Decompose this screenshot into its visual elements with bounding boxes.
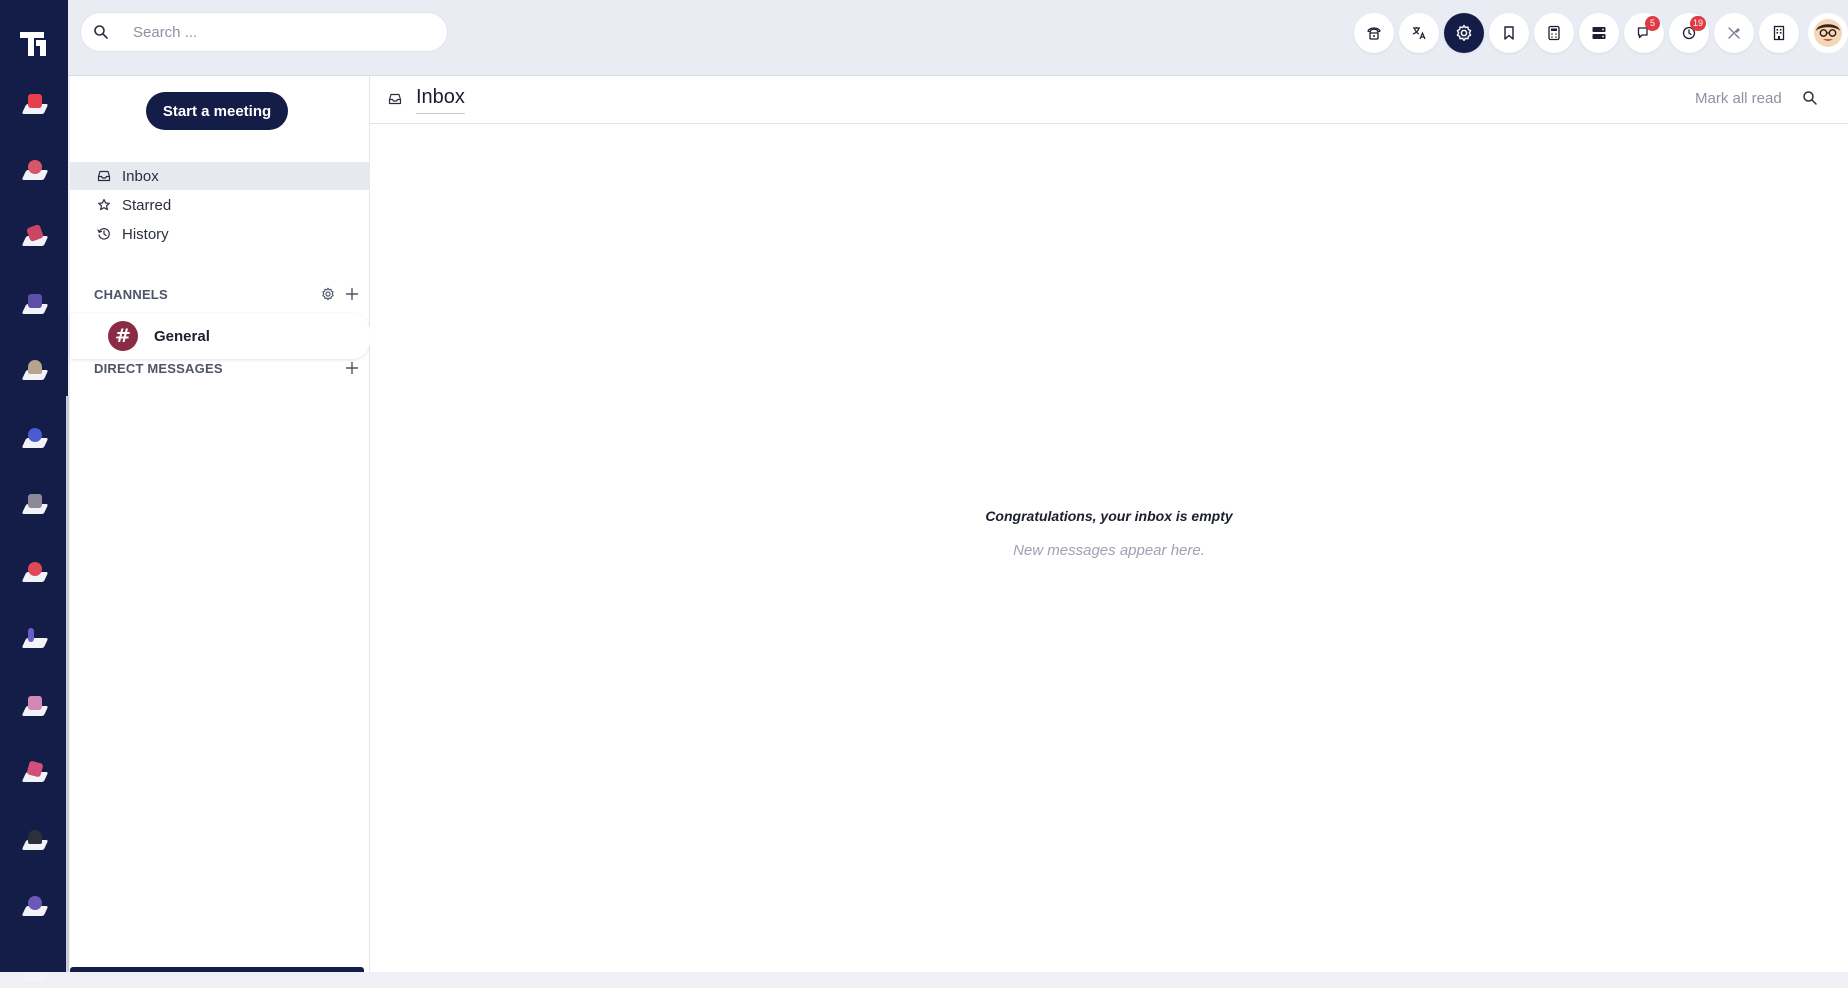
inbox-panel: Inbox Mark all read Congratulations, you…: [370, 76, 1848, 972]
nav-item-label: Starred: [122, 196, 172, 214]
start-meeting-button[interactable]: Start a meeting: [146, 92, 288, 130]
plus-icon: [345, 361, 359, 375]
building-button[interactable]: [1759, 13, 1799, 53]
mark-all-read-button[interactable]: Mark all read: [1695, 90, 1782, 107]
search-icon: [1803, 91, 1817, 105]
hash-icon: #: [108, 321, 138, 351]
channels-settings-button[interactable]: [318, 284, 338, 304]
chat-button[interactable]: 5: [1624, 13, 1664, 53]
top-bar: 5 19: [68, 0, 1848, 76]
phone-button[interactable]: [1354, 13, 1394, 53]
rail-app-1-icon[interactable]: [20, 90, 50, 120]
add-channel-button[interactable]: [342, 284, 362, 304]
rail-app-10-icon[interactable]: [20, 692, 50, 722]
translate-icon: [1412, 27, 1426, 40]
avatar-icon: [1814, 19, 1842, 47]
settings-icon: [1456, 24, 1472, 41]
nav-item-label: History: [122, 225, 169, 243]
settings-button[interactable]: [1444, 13, 1484, 53]
channels-label: CHANNELS: [94, 286, 168, 302]
channels-header: CHANNELS: [94, 284, 362, 304]
nav-item-starred[interactable]: Starred: [70, 191, 370, 219]
translate-button[interactable]: [1399, 13, 1439, 53]
rail-app-9-icon[interactable]: [20, 624, 50, 654]
rail-app-3-icon[interactable]: [20, 222, 50, 252]
plus-icon: [345, 287, 359, 301]
search-input[interactable]: [133, 23, 433, 41]
rail-app-8-icon[interactable]: [20, 558, 50, 588]
chat-badge: 5: [1645, 16, 1660, 31]
rail-app-13-icon[interactable]: [20, 892, 50, 922]
star-icon: [96, 197, 112, 213]
rail-app-2-icon[interactable]: [20, 156, 50, 186]
empty-state-title: Congratulations, your inbox is empty: [985, 508, 1233, 524]
page-title: Inbox: [416, 86, 465, 114]
channel-item-general[interactable]: # General: [70, 313, 370, 359]
inbox-icon: [388, 92, 402, 111]
rail-scrollbar[interactable]: [66, 396, 69, 972]
nav-item-label: Inbox: [122, 167, 159, 185]
rail-app-4-icon[interactable]: [20, 290, 50, 320]
bookmark-button[interactable]: [1489, 13, 1529, 53]
calculator-icon: [1548, 25, 1560, 41]
app-rail: [0, 0, 69, 982]
rail-app-14-icon[interactable]: [20, 958, 50, 988]
server-button[interactable]: [1579, 13, 1619, 53]
sidebar-scroll-indicator[interactable]: [70, 967, 364, 972]
direct-messages-header: DIRECT MESSAGES: [94, 358, 362, 378]
inbox-icon: [96, 168, 112, 184]
rail-app-7-icon[interactable]: [20, 490, 50, 520]
user-avatar[interactable]: [1808, 13, 1848, 53]
rail-app-6-icon[interactable]: [20, 424, 50, 454]
bookmark-icon: [1504, 26, 1514, 40]
app-logo-icon[interactable]: [18, 28, 50, 60]
rail-app-11-icon[interactable]: [20, 758, 50, 788]
empty-state-subtitle: New messages appear here.: [1013, 542, 1205, 559]
direct-messages-label: DIRECT MESSAGES: [94, 360, 223, 376]
history-icon: [96, 226, 112, 242]
building-icon: [1773, 25, 1785, 41]
tools-icon: [1728, 27, 1740, 39]
nav-item-inbox[interactable]: Inbox: [70, 162, 370, 190]
inbox-search-button[interactable]: [1802, 90, 1818, 111]
channel-name: General: [154, 327, 210, 345]
server-icon: [1592, 27, 1606, 39]
search-box: [80, 12, 448, 52]
gear-icon: [322, 287, 334, 301]
phone-icon: [1367, 27, 1381, 40]
tools-button[interactable]: [1714, 13, 1754, 53]
calculator-button[interactable]: [1534, 13, 1574, 53]
search-icon: [81, 24, 121, 40]
timer-button[interactable]: 19: [1669, 13, 1709, 53]
nav-item-history[interactable]: History: [70, 220, 370, 248]
add-direct-message-button[interactable]: [342, 358, 362, 378]
rail-app-12-icon[interactable]: [20, 826, 50, 856]
inbox-header: Inbox Mark all read: [370, 76, 1848, 124]
rail-app-5-icon[interactable]: [20, 356, 50, 386]
chat-sidebar: Start a meeting Inbox Starred History CH…: [70, 76, 370, 972]
timer-badge: 19: [1690, 16, 1707, 31]
